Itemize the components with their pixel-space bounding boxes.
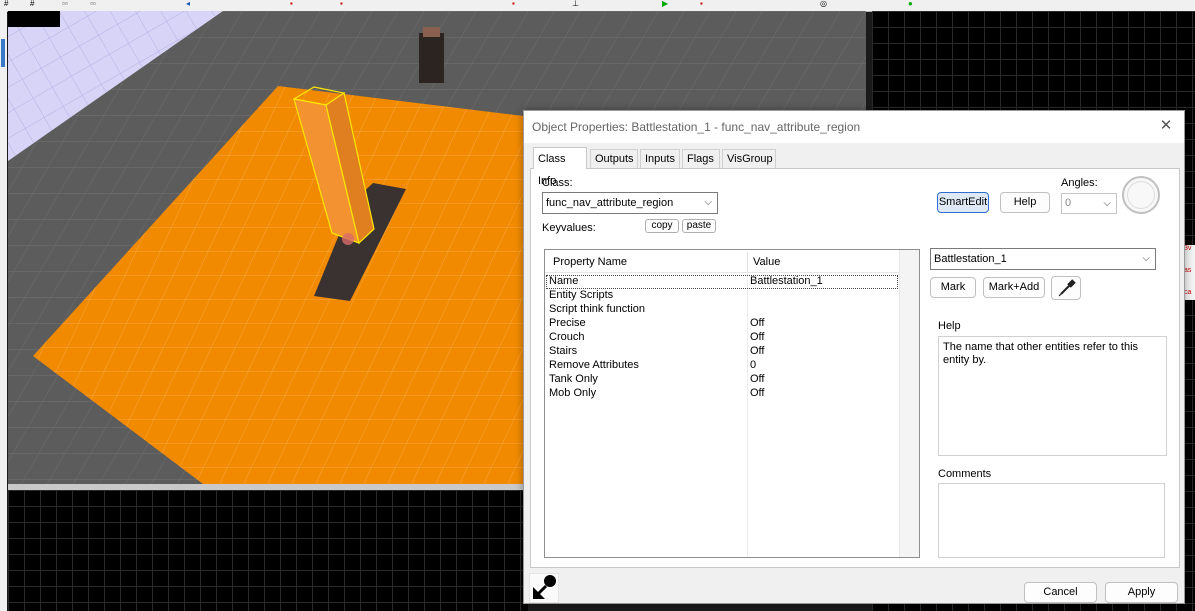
toolbar-paste-icon[interactable]: ▫▫: [90, 0, 96, 8]
table-row[interactable]: Crouch Off: [546, 331, 898, 345]
row-value: 0: [750, 359, 757, 371]
copy-button[interactable]: copy: [645, 219, 679, 233]
help-text: The name that other entities refer to th…: [943, 341, 1139, 366]
class-dropdown[interactable]: func_nav_attribute_region ⌵: [542, 192, 718, 214]
smartedit-button[interactable]: SmartEdit: [937, 192, 989, 213]
chevron-down-icon: ⌵: [1142, 253, 1150, 264]
toolbar-tool4-icon[interactable]: ⊥: [572, 0, 579, 8]
row-value: Off: [750, 373, 765, 385]
row-key: Precise: [549, 317, 586, 329]
chevron-down-icon: ⌵: [1103, 198, 1111, 209]
close-icon[interactable]: ✕: [1156, 116, 1176, 136]
row-key: Stairs: [549, 345, 578, 357]
keyvalues-table[interactable]: Property Name Value Name Battlestation_1…: [544, 249, 920, 558]
toolbar-undo-icon[interactable]: ◂: [186, 0, 190, 8]
table-scrollbar[interactable]: [899, 250, 919, 557]
toolbar-tool6-icon[interactable]: ▪: [700, 0, 703, 8]
value-dropdown[interactable]: Battlestation_1 ⌵: [930, 248, 1156, 270]
paste-button[interactable]: paste: [682, 219, 716, 233]
table-row[interactable]: Name Battlestation_1: [546, 275, 898, 289]
table-row[interactable]: Mob Only Off: [546, 387, 898, 401]
toolbar-tool7-icon[interactable]: ◎: [820, 0, 827, 8]
toolbar-grid-icon[interactable]: #: [4, 0, 8, 8]
row-value: Off: [750, 345, 765, 357]
keyvalues-header: Property Name Value: [545, 250, 899, 273]
row-value: Battlestation_1: [750, 275, 823, 287]
value-dropdown-text: Battlestation_1: [934, 253, 1007, 265]
tab-outputs[interactable]: Outputs: [590, 149, 638, 168]
column-header-value[interactable]: Value: [753, 256, 780, 268]
table-row[interactable]: Remove Attributes 0: [546, 359, 898, 373]
angles-dropdown[interactable]: 0 ⌵: [1061, 193, 1117, 214]
angles-label: Angles:: [1061, 177, 1098, 189]
tab-class-info[interactable]: Class Info: [533, 147, 587, 187]
angles-dial[interactable]: [1122, 176, 1160, 214]
row-key: Script think function: [549, 303, 645, 315]
row-key: Tank Only: [549, 373, 598, 385]
toolbar-tool5-icon[interactable]: ▶: [662, 0, 668, 8]
toolbar-tool2-icon[interactable]: ▪: [340, 0, 343, 8]
eyedropper-icon[interactable]: [1051, 276, 1081, 300]
toolbar-tool8-icon[interactable]: ●: [908, 0, 913, 8]
mark-add-button[interactable]: Mark+Add: [983, 277, 1045, 298]
row-value: Off: [750, 331, 765, 343]
comments-textarea[interactable]: [938, 483, 1165, 558]
side-glyph-top: 3v: [1184, 245, 1192, 252]
keyvalues-label: Keyvalues:: [542, 222, 596, 234]
tab-flags[interactable]: Flags: [682, 149, 720, 168]
object-properties-dialog: Object Properties: Battlestation_1 - fun…: [523, 110, 1185, 604]
toolbar-copy-icon[interactable]: ▫▫: [62, 0, 68, 8]
help-text-box: The name that other entities refer to th…: [938, 336, 1167, 456]
row-key: Name: [549, 275, 579, 287]
left-edge-handle[interactable]: [1, 39, 5, 67]
dialog-title: Object Properties: Battlestation_1 - fun…: [532, 120, 861, 134]
mark-button[interactable]: Mark: [930, 277, 976, 298]
row-key: Remove Attributes: [549, 359, 639, 371]
chevron-down-icon: ⌵: [704, 197, 712, 208]
tab-visgroup[interactable]: VisGroup: [722, 149, 776, 168]
comments-label: Comments: [938, 468, 992, 480]
table-row[interactable]: Tank Only Off: [546, 373, 898, 387]
table-row[interactable]: Precise Off: [546, 317, 898, 331]
apply-button[interactable]: Apply: [1105, 582, 1178, 603]
help-button[interactable]: Help: [1000, 192, 1050, 213]
column-header-property-name[interactable]: Property Name: [553, 256, 627, 268]
2d-view-bottom[interactable]: [8, 490, 528, 611]
side-glyph-bottom: ca: [1184, 289, 1192, 296]
toolbar-tool1-icon[interactable]: ▪: [290, 0, 293, 8]
side-glyph-mid: as: [1184, 267, 1192, 274]
row-value: Off: [750, 317, 765, 329]
table-row[interactable]: Entity Scripts: [546, 289, 898, 303]
toolbar-grid2-icon[interactable]: #: [30, 0, 34, 8]
dialog-titlebar[interactable]: Object Properties: Battlestation_1 - fun…: [524, 111, 1184, 143]
row-key: Crouch: [549, 331, 585, 343]
left-edge-panel: [0, 11, 7, 611]
row-key: Mob Only: [549, 387, 597, 399]
pick-entity-icon[interactable]: [528, 572, 560, 604]
cancel-button[interactable]: Cancel: [1024, 582, 1097, 603]
dark-prop-block: [419, 33, 444, 83]
camera-label: [8, 11, 60, 27]
help-section-label: Help: [938, 320, 961, 332]
table-row[interactable]: Stairs Off: [546, 345, 898, 359]
row-key: Entity Scripts: [549, 289, 614, 301]
class-dropdown-value: func_nav_attribute_region: [546, 197, 674, 209]
row-value: Off: [750, 387, 765, 399]
toolbar-tool3-icon[interactable]: ▪: [512, 0, 515, 8]
tab-inputs[interactable]: Inputs: [640, 149, 680, 168]
angles-value: 0: [1065, 197, 1072, 209]
table-row[interactable]: Script think function: [546, 303, 898, 317]
